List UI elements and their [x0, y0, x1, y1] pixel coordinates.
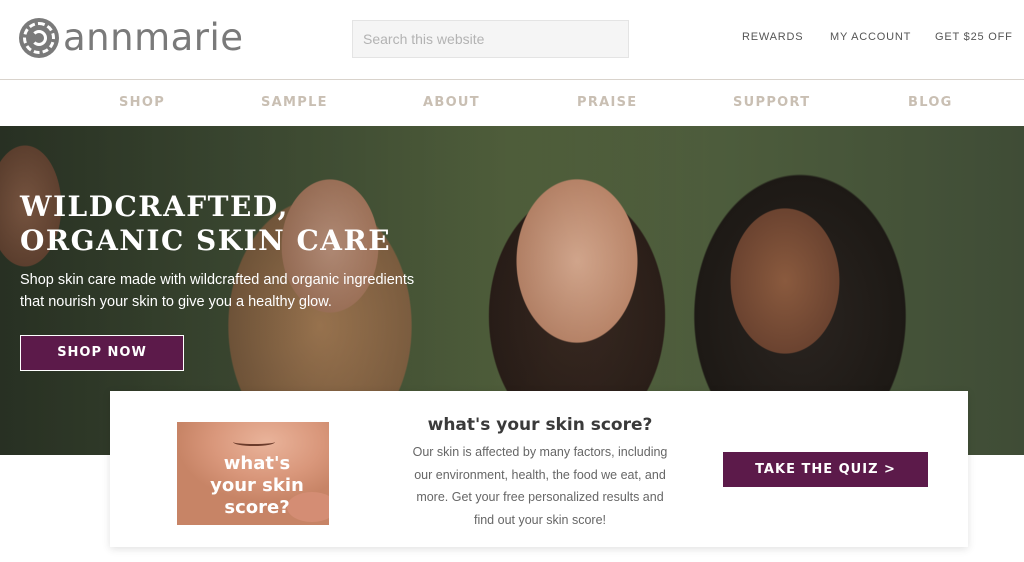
- search-input[interactable]: [352, 20, 629, 58]
- hero-title: WILDCRAFTED, ORGANIC SKIN CARE: [20, 190, 392, 257]
- rewards-link[interactable]: REWARDS: [742, 31, 803, 43]
- brand-logo[interactable]: annmarie: [19, 18, 244, 58]
- nav-item-praise[interactable]: PRAISE: [577, 95, 637, 110]
- nav-item-shop[interactable]: SHOP: [119, 95, 165, 110]
- face-eye: [233, 438, 275, 446]
- spiral-logo-icon: [19, 18, 59, 58]
- nav-item-support[interactable]: SUPPORT: [733, 95, 810, 110]
- nav-item-blog[interactable]: BLOG: [908, 95, 953, 110]
- skin-score-image-text: what's your skin score?: [210, 453, 304, 518]
- take-quiz-button[interactable]: TAKE THE QUIZ >: [723, 452, 928, 487]
- skin-score-card: what's your skin score? what's your skin…: [110, 391, 968, 547]
- site-header: annmarie REWARDS MY ACCOUNT GET $25 OFF: [0, 0, 1024, 80]
- my-account-link[interactable]: MY ACCOUNT: [830, 31, 911, 43]
- shop-now-button[interactable]: SHOP NOW: [20, 335, 184, 371]
- brand-name: annmarie: [63, 16, 244, 59]
- main-nav: SHOP SAMPLE ABOUT PRAISE SUPPORT BLOG: [0, 80, 1024, 126]
- skin-score-image[interactable]: what's your skin score?: [177, 422, 329, 525]
- quiz-title: what's your skin score?: [427, 415, 653, 435]
- hero-subtitle: Shop skin care made with wildcrafted and…: [20, 272, 415, 310]
- nav-item-about[interactable]: ABOUT: [423, 95, 480, 110]
- quiz-description: Our skin is affected by many factors, in…: [412, 445, 668, 527]
- get-25-off-link[interactable]: GET $25 OFF: [935, 31, 1013, 43]
- nav-item-sample[interactable]: SAMPLE: [261, 95, 328, 110]
